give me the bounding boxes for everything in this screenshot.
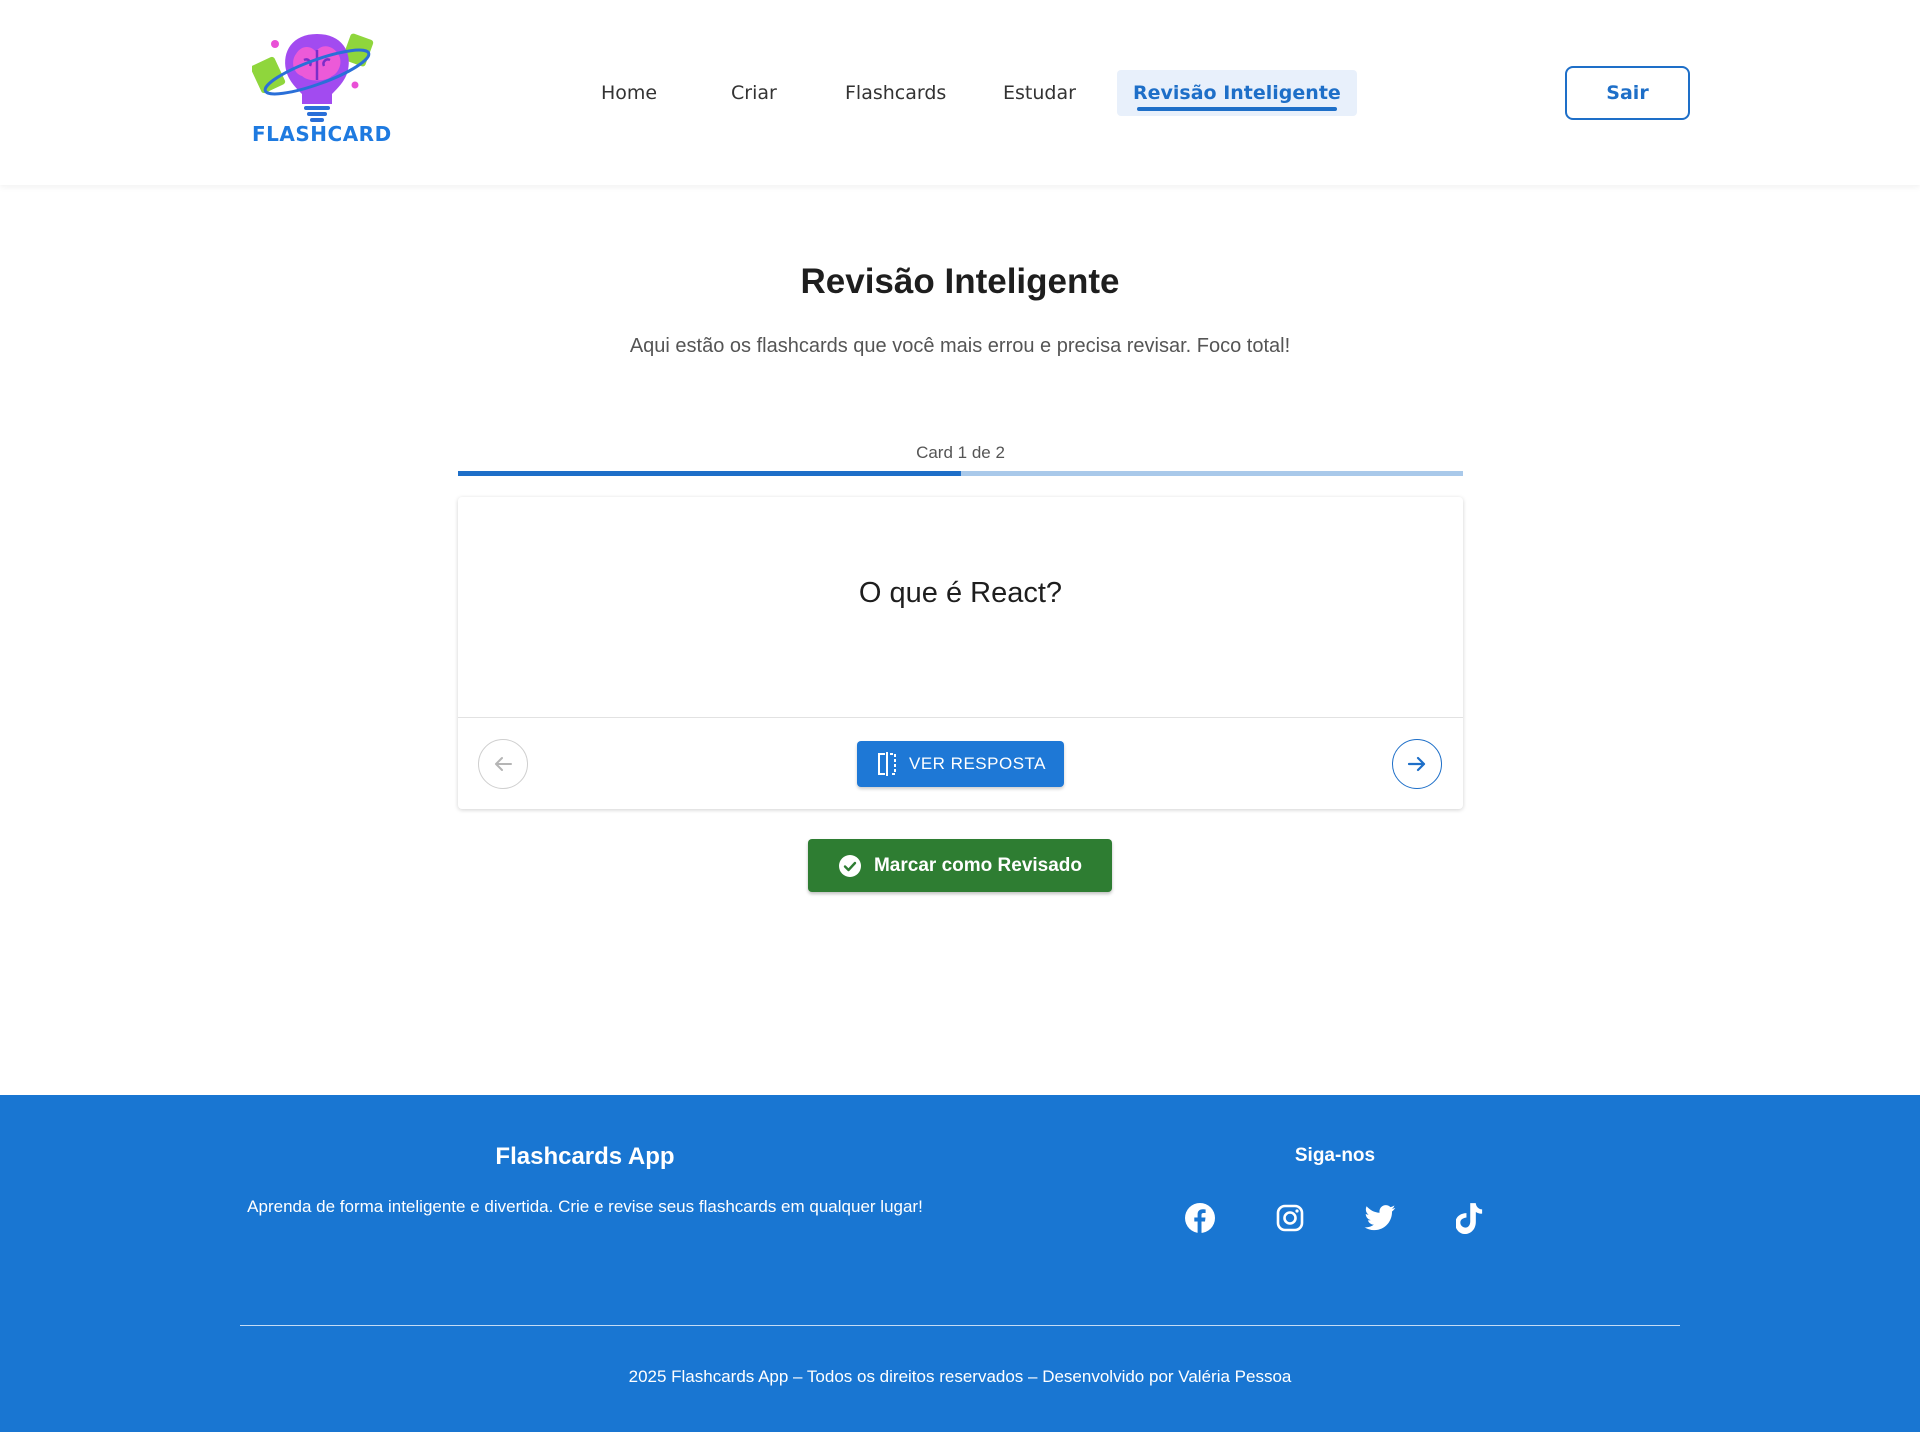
- footer-divider: [240, 1325, 1680, 1326]
- footer: Flashcards App Aprenda de forma intelige…: [0, 1095, 1920, 1432]
- top-header: FLASHCARD Home Criar Flashcards Estudar …: [0, 0, 1920, 185]
- flip-icon: [878, 752, 896, 776]
- nav-estudar[interactable]: Estudar: [1003, 70, 1076, 116]
- facebook-icon: [1185, 1203, 1215, 1233]
- page-subtitle: Aqui estão os flashcards que você mais e…: [629, 335, 1291, 357]
- progress-fill: [458, 471, 961, 476]
- logo[interactable]: FLASHCARD: [250, 30, 392, 150]
- progress-bar: [458, 471, 1463, 476]
- instagram-link[interactable]: [1272, 1200, 1308, 1236]
- footer-title: Flashcards App: [495, 1143, 675, 1170]
- nav-home[interactable]: Home: [601, 70, 657, 116]
- nav-flashcards[interactable]: Flashcards: [845, 70, 946, 116]
- mark-reviewed-label: Marcar como Revisado: [873, 854, 1083, 876]
- arrow-right-icon: [1407, 756, 1426, 772]
- tiktok-link[interactable]: [1452, 1200, 1488, 1236]
- show-answer-button[interactable]: VER RESPOSTA: [857, 741, 1064, 787]
- instagram-icon: [1276, 1204, 1304, 1232]
- twitter-icon: [1364, 1205, 1396, 1231]
- show-answer-label: VER RESPOSTA: [909, 754, 1046, 773]
- card-counter: Card 1 de 2: [916, 443, 1005, 462]
- facebook-link[interactable]: [1182, 1200, 1218, 1236]
- mark-reviewed-button[interactable]: Marcar como Revisado: [808, 839, 1112, 892]
- follow-us-heading: Siga-nos: [1294, 1145, 1376, 1166]
- flashcard: O que é React? VER RESPOSTA: [458, 497, 1463, 809]
- card-divider: [458, 717, 1463, 718]
- footer-description: Aprenda de forma inteligente e divertida…: [247, 1197, 923, 1216]
- card-question: O que é React?: [858, 577, 1063, 609]
- check-circle-icon: [838, 854, 861, 877]
- arrow-left-icon: [495, 757, 512, 771]
- footer-copyright: 2025 Flashcards App – Todos os direitos …: [628, 1367, 1292, 1386]
- nav-revisao-inteligente[interactable]: Revisão Inteligente: [1117, 70, 1357, 116]
- next-card-button[interactable]: [1392, 739, 1442, 789]
- tiktok-icon: [1456, 1203, 1483, 1234]
- nav-criar[interactable]: Criar: [731, 70, 777, 116]
- twitter-link[interactable]: [1362, 1200, 1398, 1236]
- page-title: Revisão Inteligente: [800, 262, 1120, 301]
- brain-bulb-logo-icon: [250, 33, 374, 122]
- logout-button[interactable]: Sair: [1565, 66, 1690, 120]
- logo-text: FLASHCARD: [252, 122, 392, 146]
- previous-card-button[interactable]: [478, 739, 528, 789]
